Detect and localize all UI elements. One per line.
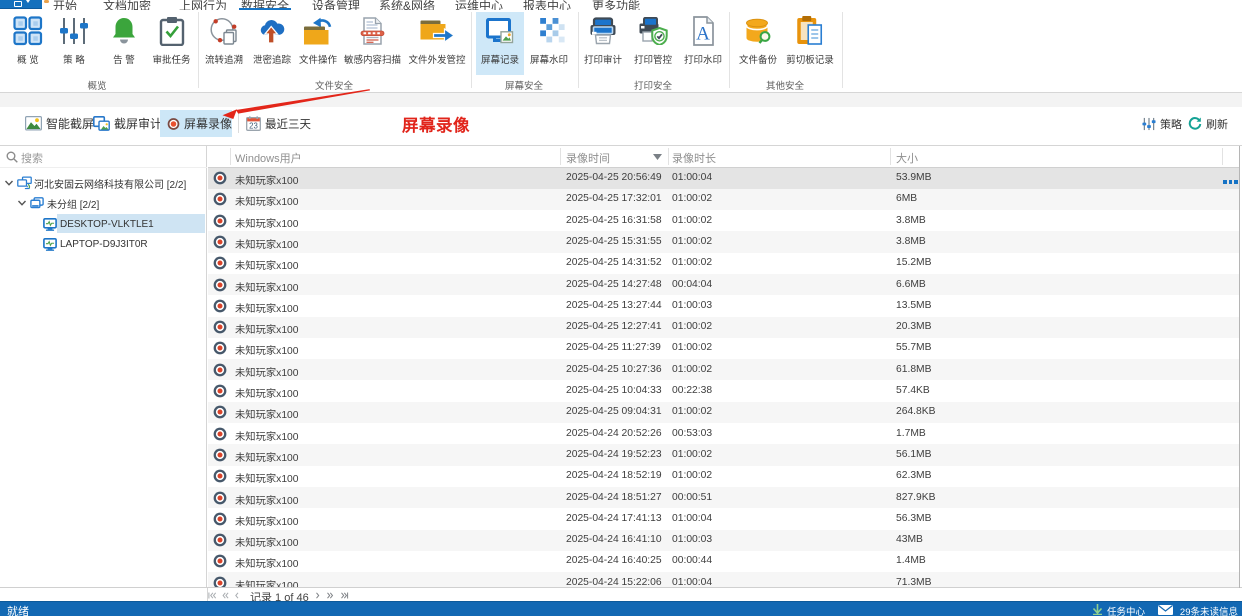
svg-text:A: A [696,24,710,45]
svg-text:23: 23 [249,121,258,130]
